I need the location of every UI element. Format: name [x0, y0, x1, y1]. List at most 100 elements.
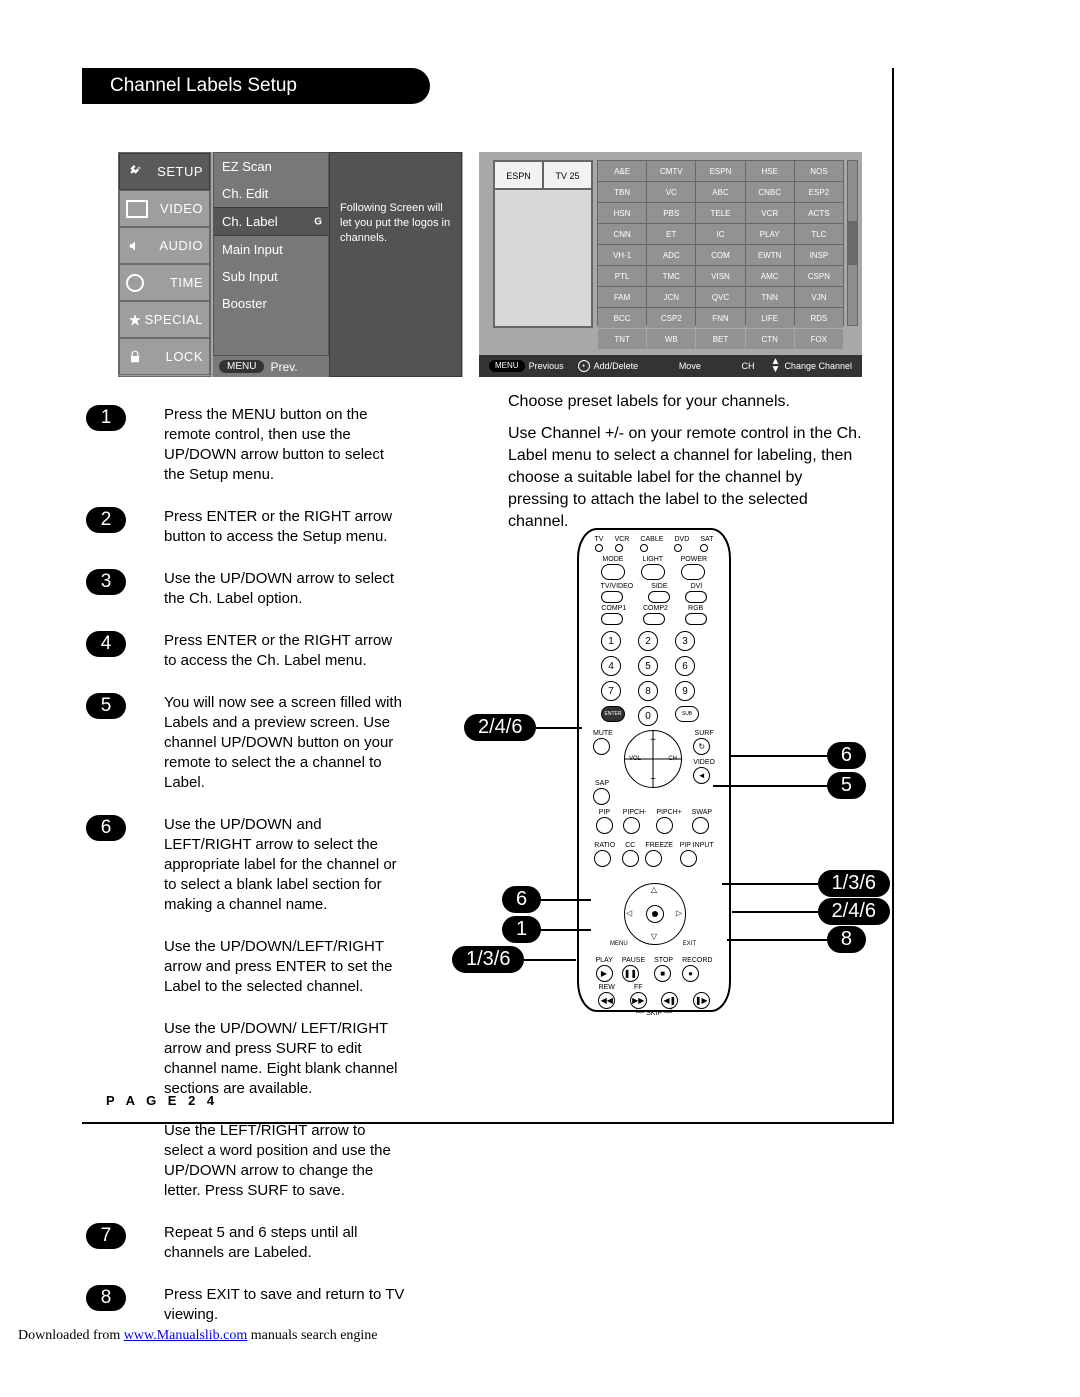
digit-0[interactable]: 0	[638, 706, 658, 726]
mode-dot-sat[interactable]	[700, 544, 708, 552]
digit-9[interactable]: 9	[675, 681, 695, 701]
mode-dot-cable[interactable]	[640, 544, 648, 552]
channel-label-cell[interactable]: CSP2	[647, 308, 695, 328]
enter-button[interactable]: ENTER	[601, 706, 625, 722]
channel-label-cell[interactable]: CMTV	[647, 161, 695, 181]
digit-3[interactable]: 3	[675, 631, 695, 651]
channel-label-cell[interactable]: ET	[647, 224, 695, 244]
pipinput-button[interactable]	[680, 850, 697, 867]
channel-label-cell[interactable]: IC	[696, 224, 744, 244]
submenu-chedit[interactable]: Ch. Edit	[214, 180, 328, 207]
vol-ch-rocker[interactable]: + − VOL CH	[624, 730, 682, 788]
mode-dot-vcr[interactable]	[615, 544, 623, 552]
channel-label-cell[interactable]: FOX	[795, 329, 843, 349]
manualslib-link[interactable]: www.Manualslib.com	[124, 1328, 248, 1343]
digit-1[interactable]: 1	[601, 631, 621, 651]
comp2-button[interactable]	[643, 613, 665, 625]
channel-label-cell[interactable]: A&E	[598, 161, 646, 181]
dpad[interactable]: △ ▽ ◁ ▷ MENU EXIT	[614, 873, 694, 953]
side-button[interactable]	[648, 591, 670, 603]
channel-label-cell[interactable]: CNN	[598, 224, 646, 244]
channel-label-cell[interactable]: PLAY	[746, 224, 794, 244]
digit-6[interactable]: 6	[675, 656, 695, 676]
skip-back-button[interactable]: ◀❚	[661, 992, 678, 1009]
digit-7[interactable]: 7	[601, 681, 621, 701]
dpad-center-button[interactable]	[646, 905, 664, 923]
channel-label-cell[interactable]: PTL	[598, 266, 646, 286]
channel-label-cell[interactable]: VC	[647, 182, 695, 202]
channel-label-cell[interactable]: QVC	[696, 287, 744, 307]
channel-label-cell[interactable]: VJN	[795, 287, 843, 307]
channel-label-cell[interactable]: CTN	[746, 329, 794, 349]
swap-button[interactable]	[692, 817, 709, 834]
channel-label-cell[interactable]: TMC	[647, 266, 695, 286]
channel-label-grid[interactable]: A&ECMTVESPNHSENOSTBNVCABCCNBCESP2HSNPBST…	[597, 160, 844, 326]
tab-lock[interactable]: LOCK	[119, 338, 210, 375]
channel-label-cell[interactable]: INSP	[795, 245, 843, 265]
tab-video[interactable]: VIDEO	[119, 190, 210, 227]
channel-label-cell[interactable]: TNN	[746, 287, 794, 307]
channel-label-cell[interactable]: CNBC	[746, 182, 794, 202]
submenu-subinput[interactable]: Sub Input	[214, 263, 328, 290]
mode-button[interactable]	[601, 564, 625, 580]
channel-label-cell[interactable]: TBN	[598, 182, 646, 202]
channel-label-cell[interactable]: BET	[696, 329, 744, 349]
rgb-button[interactable]	[685, 613, 707, 625]
skip-fwd-button[interactable]: ❚▶	[693, 992, 710, 1009]
channel-label-cell[interactable]: VISN	[696, 266, 744, 286]
channel-label-cell[interactable]: ABC	[696, 182, 744, 202]
channel-label-cell[interactable]: ESP2	[795, 182, 843, 202]
ratio-button[interactable]	[594, 850, 611, 867]
submenu-chlabel[interactable]: Ch. Label G	[214, 207, 328, 236]
digit-4[interactable]: 4	[601, 656, 621, 676]
pip-button[interactable]	[596, 817, 613, 834]
mode-dot-tv[interactable]	[595, 544, 603, 552]
freeze-button[interactable]	[645, 850, 662, 867]
channel-label-cell[interactable]: VCR	[746, 203, 794, 223]
submenu-booster[interactable]: Booster	[214, 290, 328, 317]
sap-button[interactable]	[593, 788, 610, 805]
digit-8[interactable]: 8	[638, 681, 658, 701]
channel-label-cell[interactable]: NOS	[795, 161, 843, 181]
channel-label-cell[interactable]: BCC	[598, 308, 646, 328]
dvi-button[interactable]	[685, 591, 707, 603]
channel-label-cell[interactable]: ADC	[647, 245, 695, 265]
comp1-button[interactable]	[601, 613, 623, 625]
channel-label-cell[interactable]: HSE	[746, 161, 794, 181]
channel-label-cell[interactable]: TELE	[696, 203, 744, 223]
power-button[interactable]	[681, 564, 705, 580]
channel-label-cell[interactable]: ESPN	[696, 161, 744, 181]
submenu-maininput[interactable]: Main Input	[214, 236, 328, 263]
mute-button[interactable]	[593, 738, 610, 755]
ff-button[interactable]: ▶▶	[630, 992, 647, 1009]
channel-label-cell[interactable]: RDS	[795, 308, 843, 328]
pause-button[interactable]: ❚❚	[622, 965, 639, 982]
channel-label-cell[interactable]: FAM	[598, 287, 646, 307]
tab-audio[interactable]: AUDIO	[119, 227, 210, 264]
channel-label-cell[interactable]: COM	[696, 245, 744, 265]
channel-label-cell[interactable]: JCN	[647, 287, 695, 307]
play-button[interactable]: ▶	[596, 965, 613, 982]
channel-label-cell[interactable]: HSN	[598, 203, 646, 223]
channel-label-cell[interactable]: EWTN	[746, 245, 794, 265]
scroll-thumb[interactable]	[848, 221, 857, 265]
video-button[interactable]: ◄	[693, 767, 710, 784]
channel-label-cell[interactable]: PBS	[647, 203, 695, 223]
rew-button[interactable]: ◀◀	[598, 992, 615, 1009]
sub-button[interactable]: SUB	[675, 706, 699, 722]
tab-special[interactable]: SPECIAL	[119, 301, 210, 338]
tab-setup[interactable]: SETUP	[119, 153, 210, 190]
channel-label-cell[interactable]: AMC	[746, 266, 794, 286]
stop-button[interactable]: ■	[654, 965, 671, 982]
digit-5[interactable]: 5	[638, 656, 658, 676]
channel-label-cell[interactable]: TNT	[598, 329, 646, 349]
pipch-plus-button[interactable]	[656, 817, 673, 834]
tvvideo-button[interactable]	[601, 591, 623, 603]
channel-label-cell[interactable]: TLC	[795, 224, 843, 244]
digit-2[interactable]: 2	[638, 631, 658, 651]
channel-label-cell[interactable]: LIFE	[746, 308, 794, 328]
light-button[interactable]	[641, 564, 665, 580]
channel-label-cell[interactable]: WB	[647, 329, 695, 349]
submenu-ezscan[interactable]: EZ Scan	[214, 153, 328, 180]
scrollbar[interactable]	[847, 160, 858, 326]
